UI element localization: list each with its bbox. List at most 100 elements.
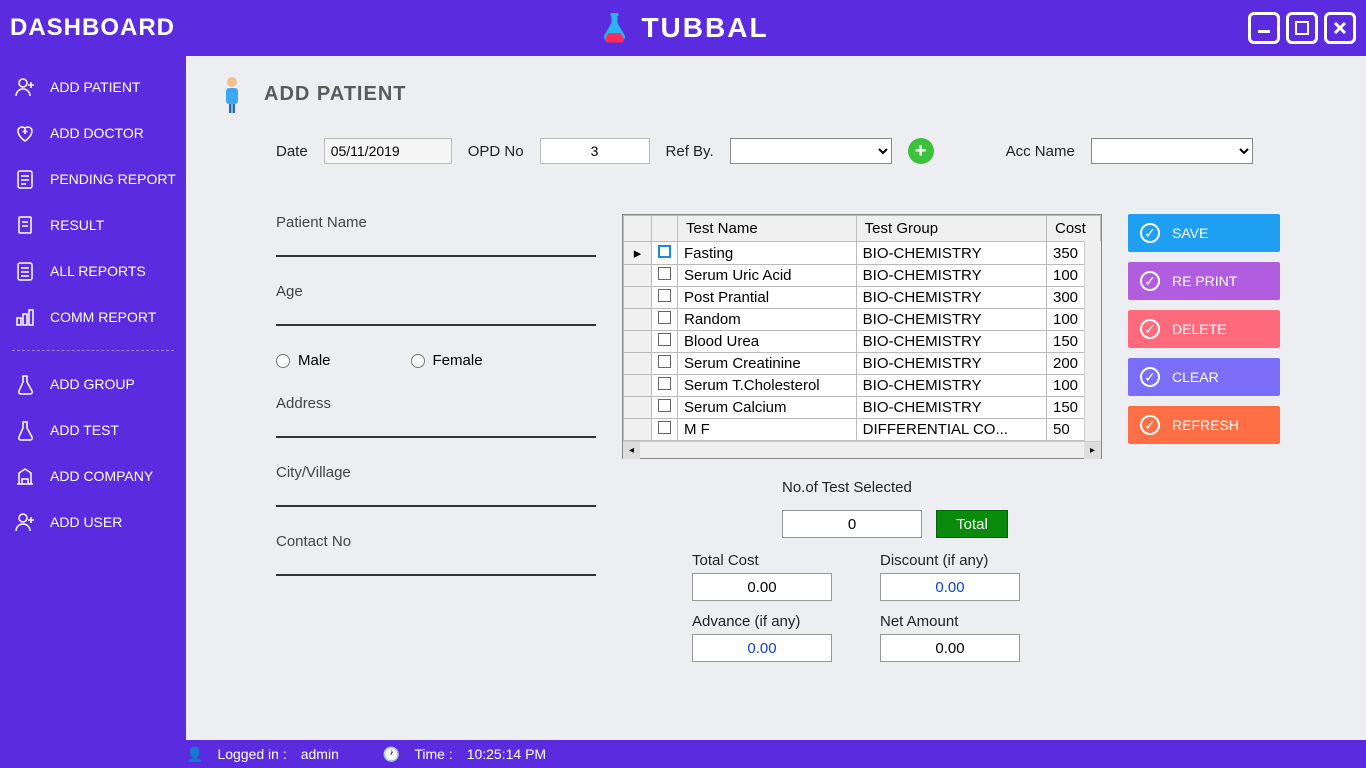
table-row[interactable]: ▸FastingBIO-CHEMISTRY350 <box>624 242 1101 265</box>
city-label: City/Village <box>276 464 596 481</box>
sidebar-item-all-reports[interactable]: ALL REPORTS <box>0 248 186 294</box>
discount-input[interactable] <box>880 573 1020 601</box>
sidebar-item-label: ADD COMPANY <box>50 468 153 484</box>
sidebar-divider <box>12 350 174 351</box>
minimize-button[interactable] <box>1248 12 1280 44</box>
opd-input[interactable] <box>540 138 650 164</box>
numtest-input[interactable] <box>782 510 922 538</box>
age-input[interactable] <box>276 306 596 326</box>
accname-select[interactable] <box>1091 138 1253 164</box>
advance-label: Advance (if any) <box>692 613 852 630</box>
statusbar: 👤 Logged in : admin 🕐 Time : 10:25:14 PM <box>0 740 1366 768</box>
dashboard-title: DASHBOARD <box>10 14 175 42</box>
date-input[interactable] <box>324 138 452 164</box>
address-input[interactable] <box>276 418 596 438</box>
table-row[interactable]: Blood UreaBIO-CHEMISTRY150 <box>624 331 1101 353</box>
sidebar-item-add-company[interactable]: ADD COMPANY <box>0 453 186 499</box>
advance-input[interactable] <box>692 634 832 662</box>
sidebar-item-label: ADD USER <box>50 514 122 530</box>
grid-scrollbar-horizontal[interactable]: ◂ ▸ <box>623 441 1101 458</box>
titlebar: DASHBOARD TUBBAL <box>0 0 1366 56</box>
contact-label: Contact No <box>276 533 596 550</box>
reports-icon <box>14 260 36 282</box>
chart-icon <box>14 306 36 328</box>
sidebar-item-add-user[interactable]: ADD USER <box>0 499 186 545</box>
maximize-button[interactable] <box>1286 12 1318 44</box>
patient-icon <box>216 74 248 114</box>
logged-in-label: Logged in : <box>217 746 286 762</box>
window-controls <box>1248 12 1356 44</box>
col-test-group[interactable]: Test Group <box>856 216 1046 242</box>
refresh-button[interactable]: ✓REFRESH <box>1128 406 1280 444</box>
person-plus-icon <box>14 76 36 98</box>
sidebar-item-add-patient[interactable]: ADD PATIENT <box>0 64 186 110</box>
city-input[interactable] <box>276 487 596 507</box>
contact-input[interactable] <box>276 556 596 576</box>
flask-icon <box>14 419 36 441</box>
report-icon <box>14 168 36 190</box>
sidebar-item-label: ADD TEST <box>50 422 119 438</box>
table-row[interactable]: Serum T.CholesterolBIO-CHEMISTRY100 <box>624 375 1101 397</box>
date-label: Date <box>276 143 308 160</box>
add-refby-button[interactable]: + <box>908 138 934 164</box>
sidebar-item-label: ADD PATIENT <box>50 79 141 95</box>
app-name: TUBBAL <box>641 12 768 44</box>
check-icon: ✓ <box>1140 271 1160 291</box>
check-icon: ✓ <box>1140 319 1160 339</box>
discount-label: Discount (if any) <box>880 552 1040 569</box>
logged-in-user: admin <box>301 746 339 762</box>
table-row[interactable]: Serum Uric AcidBIO-CHEMISTRY100 <box>624 265 1101 287</box>
time-value: 10:25:14 PM <box>467 746 546 762</box>
grid-scrollbar-vertical[interactable] <box>1084 241 1101 442</box>
clock-icon: 🕐 <box>383 746 400 763</box>
close-button[interactable] <box>1324 12 1356 44</box>
table-row[interactable]: M FDIFFERENTIAL CO...50 <box>624 419 1101 441</box>
refby-select[interactable] <box>730 138 892 164</box>
refby-label: Ref By. <box>666 143 714 160</box>
totalcost-input <box>692 573 832 601</box>
col-test-name[interactable]: Test Name <box>678 216 857 242</box>
sidebar-item-label: COMM REPORT <box>50 309 156 325</box>
opd-label: OPD No <box>468 143 524 160</box>
table-row[interactable]: Serum CalciumBIO-CHEMISTRY150 <box>624 397 1101 419</box>
sidebar-item-label: ALL REPORTS <box>50 263 146 279</box>
table-row[interactable]: Serum CreatinineBIO-CHEMISTRY200 <box>624 353 1101 375</box>
sidebar: ADD PATIENT ADD DOCTOR PENDING REPORT RE… <box>0 56 186 740</box>
app-branding: TUBBAL <box>597 11 768 45</box>
sidebar-item-add-doctor[interactable]: ADD DOCTOR <box>0 110 186 156</box>
male-label: Male <box>298 352 331 369</box>
sidebar-item-label: ADD DOCTOR <box>50 125 144 141</box>
numtest-label: No.of Test Selected <box>782 479 912 496</box>
sidebar-item-pending-report[interactable]: PENDING REPORT <box>0 156 186 202</box>
check-icon: ✓ <box>1140 223 1160 243</box>
delete-button[interactable]: ✓DELETE <box>1128 310 1280 348</box>
table-row[interactable]: Post PrantialBIO-CHEMISTRY300 <box>624 287 1101 309</box>
totalcost-label: Total Cost <box>692 552 852 569</box>
user-icon: 👤 <box>186 746 203 763</box>
heart-plus-icon <box>14 122 36 144</box>
netamount-input <box>880 634 1020 662</box>
sidebar-item-label: PENDING REPORT <box>50 171 176 187</box>
sidebar-item-result[interactable]: RESULT <box>0 202 186 248</box>
sidebar-item-comm-report[interactable]: COMM REPORT <box>0 294 186 340</box>
content-area: ADD PATIENT Date OPD No Ref By. + Acc Na… <box>186 56 1366 740</box>
netamount-label: Net Amount <box>880 613 1040 630</box>
check-icon: ✓ <box>1140 367 1160 387</box>
accname-label: Acc Name <box>1006 143 1075 160</box>
building-icon <box>14 465 36 487</box>
male-radio[interactable]: Male <box>276 352 331 369</box>
col-cost[interactable]: Cost <box>1047 216 1101 242</box>
save-button[interactable]: ✓SAVE <box>1128 214 1280 252</box>
check-icon: ✓ <box>1140 415 1160 435</box>
patient-name-input[interactable] <box>276 237 596 257</box>
tests-grid[interactable]: Test Name Test Group Cost ▸FastingBIO-CH… <box>622 214 1102 459</box>
total-button[interactable]: Total <box>936 510 1008 538</box>
age-label: Age <box>276 283 596 300</box>
sidebar-item-add-test[interactable]: ADD TEST <box>0 407 186 453</box>
table-row[interactable]: RandomBIO-CHEMISTRY100 <box>624 309 1101 331</box>
clear-button[interactable]: ✓CLEAR <box>1128 358 1280 396</box>
female-radio[interactable]: Female <box>411 352 483 369</box>
document-icon <box>14 214 36 236</box>
sidebar-item-add-group[interactable]: ADD GROUP <box>0 361 186 407</box>
reprint-button[interactable]: ✓RE PRINT <box>1128 262 1280 300</box>
